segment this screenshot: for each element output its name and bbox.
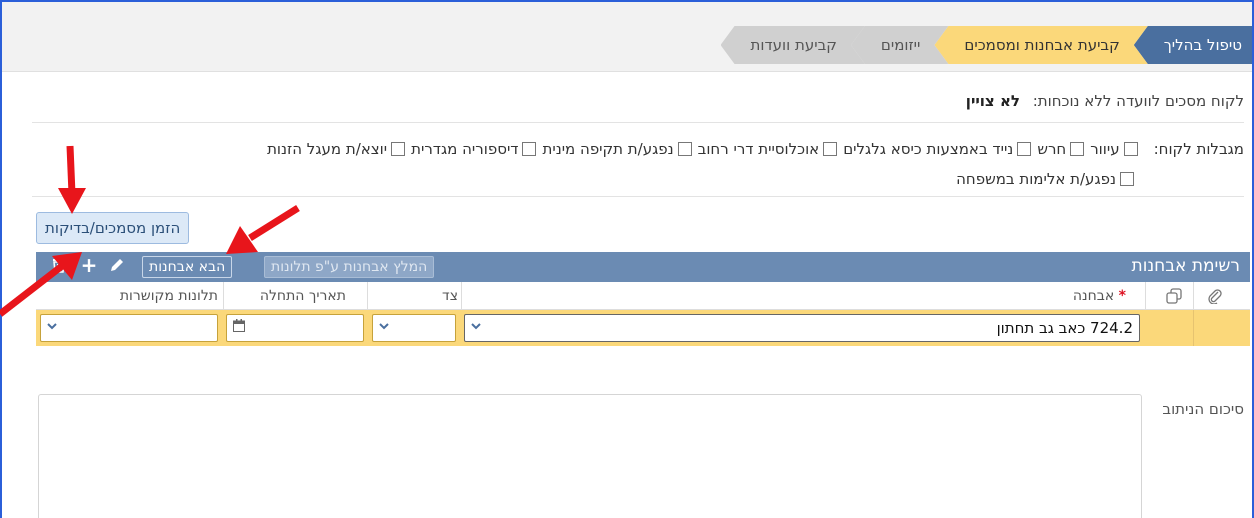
checkbox[interactable] bbox=[1017, 142, 1032, 156]
side-column-header: צד bbox=[442, 288, 458, 304]
checkbox[interactable] bbox=[391, 142, 406, 156]
checkbox[interactable] bbox=[1120, 172, 1134, 186]
routing-summary-label: סיכום הניתוב bbox=[1162, 400, 1244, 418]
process-steps: טיפול בהליך קביעת אבחנות ומסמכים ייזומים… bbox=[735, 26, 1252, 64]
diagnosis-column-header: * אבחנה bbox=[1072, 288, 1126, 304]
divider bbox=[32, 122, 1244, 123]
attachment-icon bbox=[1208, 288, 1222, 308]
limitations-label: מגבלות לקוח: bbox=[1153, 140, 1244, 158]
annotation-arrows bbox=[0, 145, 300, 317]
diagnosis-panel-title: רשימת אבחנות bbox=[1131, 256, 1240, 276]
copy-icon bbox=[1166, 288, 1182, 308]
limitation-blind[interactable]: עיוור bbox=[1090, 140, 1138, 158]
limitation-domestic-violence[interactable]: נפגע/ת אלימות במשפחה bbox=[956, 170, 1134, 188]
column-divider bbox=[461, 282, 462, 310]
column-divider bbox=[367, 282, 368, 310]
limitation-homeless[interactable]: אוכלוסיית דרי רחוב bbox=[698, 140, 838, 158]
client-consent-line: לקוח מסכים לוועדה ללא נוכחות: לא צויין bbox=[966, 92, 1244, 110]
step-committees[interactable]: קביעת וועדות bbox=[721, 26, 865, 64]
side-select[interactable] bbox=[372, 314, 456, 342]
routing-summary-textarea[interactable] bbox=[38, 394, 1142, 518]
step-handling[interactable]: טיפול בהליך bbox=[1133, 26, 1252, 64]
checkbox[interactable] bbox=[823, 142, 838, 156]
checkbox[interactable] bbox=[1123, 142, 1138, 156]
checkbox[interactable] bbox=[1070, 142, 1085, 156]
limitation-wheelchair[interactable]: נייד באמצעות כיסא גלגלים bbox=[843, 140, 1032, 158]
checkbox[interactable] bbox=[522, 142, 537, 156]
limitation-gender-dysphoria[interactable]: דיספוריה מגדרית bbox=[411, 140, 537, 158]
process-bar: טיפול בהליך קביעת אבחנות ומסמכים ייזומים… bbox=[2, 2, 1252, 72]
column-divider bbox=[1193, 310, 1194, 346]
chevron-down-icon[interactable] bbox=[471, 320, 481, 334]
column-divider bbox=[1193, 282, 1194, 310]
step-diagnoses-documents[interactable]: קביעת אבחנות ומסמכים bbox=[934, 26, 1147, 64]
step-initiatives[interactable]: ייזומים bbox=[851, 26, 949, 64]
client-consent-value: לא צויין bbox=[965, 92, 1020, 110]
column-divider bbox=[1145, 282, 1146, 310]
client-consent-label: לקוח מסכים לוועדה ללא נוכחות: bbox=[1032, 92, 1244, 110]
checkbox[interactable] bbox=[677, 142, 692, 156]
diagnosis-input[interactable]: 724.2 כאב גב תחתון bbox=[464, 314, 1140, 342]
limitation-sexual-assault[interactable]: נפגע/ת תקיפה מינית bbox=[542, 140, 692, 158]
limitation-deaf[interactable]: חרש bbox=[1037, 140, 1085, 158]
chevron-down-icon[interactable] bbox=[379, 320, 389, 334]
